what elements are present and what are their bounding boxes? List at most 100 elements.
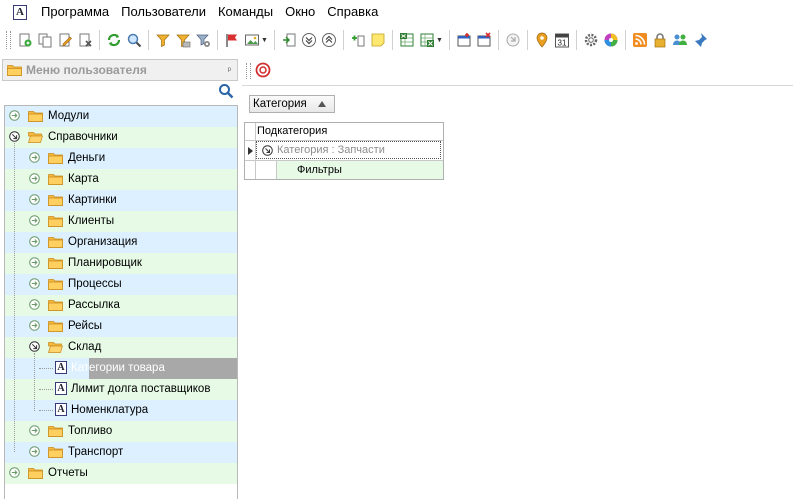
toolbar-grip[interactable] [6,31,11,49]
document-icon: A [55,382,67,395]
toolbar-separator [497,30,499,50]
group-row-cell[interactable]: Категория : Запчасти [256,141,441,159]
menu-program[interactable]: Программа [35,0,115,24]
calendar-icon[interactable]: 31 [554,32,570,48]
expand-node-icon[interactable] [29,236,40,247]
main-toolbar: ▼ ▼ 31 [0,26,793,54]
expand-node-icon[interactable] [29,152,40,163]
tree-item-label: Рассылка [68,299,120,311]
tree-item-folder[interactable]: Картинки [5,190,237,211]
tree-item-document[interactable]: A Номенклатура [5,400,237,421]
expand-node-icon[interactable] [29,173,40,184]
window-new-icon[interactable] [456,32,472,48]
folder-icon [7,65,22,76]
collapse-node-icon[interactable] [9,131,20,142]
tree-item-label: Клиенты [68,215,115,227]
users-icon[interactable] [672,32,688,48]
window-close-icon[interactable] [476,32,492,48]
subcategory-cell[interactable]: Фильтры [277,161,443,179]
note-icon[interactable] [370,32,386,48]
location-icon[interactable] [534,32,550,48]
row-indicator [245,141,256,160]
tree-item-folder[interactable]: Рейсы [5,316,237,337]
color-icon[interactable] [603,32,619,48]
lock-icon[interactable] [652,32,668,48]
menu-help[interactable]: Справка [321,0,384,24]
flag-icon[interactable] [224,32,240,48]
row-indicator [245,161,256,179]
search-icon[interactable] [126,32,142,48]
app-logo-icon: A [13,4,27,20]
tree-item-folder[interactable]: Процессы [5,274,237,295]
image-dropdown-arrow[interactable]: ▼ [261,37,268,44]
menu-window[interactable]: Окно [279,0,321,24]
expand-node-icon[interactable] [29,215,40,226]
user-menu-panel: Меню пользователя ᵖ Модули Справочники Ден… [0,57,240,499]
expand-node-icon[interactable] [29,278,40,289]
stop-icon[interactable] [255,62,271,78]
tree-item-folder[interactable]: Организация [5,232,237,253]
toolbar-separator [217,30,218,50]
tree-item-folder[interactable]: Склад [5,337,237,358]
expand-node-icon[interactable] [29,446,40,457]
move-icon[interactable] [281,32,297,48]
tree-item-folder[interactable]: Планировщик [5,253,237,274]
folder-icon [48,194,63,206]
expand-node-icon[interactable] [29,425,40,436]
expand-icon[interactable] [301,32,317,48]
delete-icon[interactable] [77,32,93,48]
search-icon[interactable] [218,83,234,99]
toolbar-separator [526,30,528,50]
image-icon[interactable] [244,32,260,48]
excel-export-icon[interactable] [399,32,415,48]
panel-title: Меню пользователя [26,63,147,77]
filter-clear-icon[interactable] [175,32,191,48]
group-by-category-chip[interactable]: Категория [249,95,335,113]
tree-item-folder[interactable]: Транспорт [5,442,237,463]
filter-settings-icon[interactable] [195,32,211,48]
expand-node-icon[interactable] [9,110,20,121]
menu-users[interactable]: Пользователи [115,0,212,24]
excel-dropdown-arrow[interactable]: ▼ [436,37,443,44]
add-child-icon[interactable] [350,32,366,48]
filter-icon[interactable] [155,32,171,48]
menu-commands[interactable]: Команды [212,0,279,24]
tree-item-folder[interactable]: Модули [5,106,237,127]
tree-item-folder[interactable]: Отчеты [5,463,237,484]
copy-icon[interactable] [37,32,53,48]
tree-item-folder[interactable]: Клиенты [5,211,237,232]
pin-icon[interactable] [692,32,708,48]
tree-item-label: Номенклатура [71,404,149,416]
tree-item-document[interactable]: A Лимит долга поставщиков [5,379,237,400]
collapse-node-icon[interactable] [29,341,40,352]
tree-item-folder[interactable]: Топливо [5,421,237,442]
group-expanded-icon[interactable] [262,145,273,156]
expand-node-icon[interactable] [9,467,20,478]
history-icon[interactable] [505,32,521,48]
user-menu-tree: Модули Справочники Деньги Карта Картинки Клие… [4,105,238,499]
pin-panel-icon[interactable]: ᵖ [228,65,231,75]
expand-node-icon[interactable] [29,257,40,268]
expand-node-icon[interactable] [29,320,40,331]
rss-icon[interactable] [632,32,648,48]
edit-icon[interactable] [57,32,73,48]
toolbar-separator [624,30,626,50]
tree-item-folder[interactable]: Карта [5,169,237,190]
new-icon[interactable] [17,32,33,48]
data-grid: Подкатегория Категория : Запчасти Фильтр… [244,122,444,180]
sort-ascending-icon [318,101,326,107]
tree-item-folder[interactable]: Справочники [5,127,237,148]
refresh-icon[interactable] [106,32,122,48]
toolbar-grip[interactable] [246,63,251,79]
collapse-icon[interactable] [321,32,337,48]
tree-item-folder[interactable]: Деньги [5,148,237,169]
tree-item-document[interactable]: A Категории товара [5,358,237,379]
settings-icon[interactable] [583,32,599,48]
expand-node-icon[interactable] [29,194,40,205]
tree-item-folder[interactable]: Рассылка [5,295,237,316]
group-row[interactable]: Категория : Запчасти [245,141,443,161]
table-row[interactable]: Фильтры [245,161,443,179]
excel-import-icon[interactable] [419,32,435,48]
expand-node-icon[interactable] [29,299,40,310]
column-header-subcategory[interactable]: Подкатегория [257,125,327,137]
